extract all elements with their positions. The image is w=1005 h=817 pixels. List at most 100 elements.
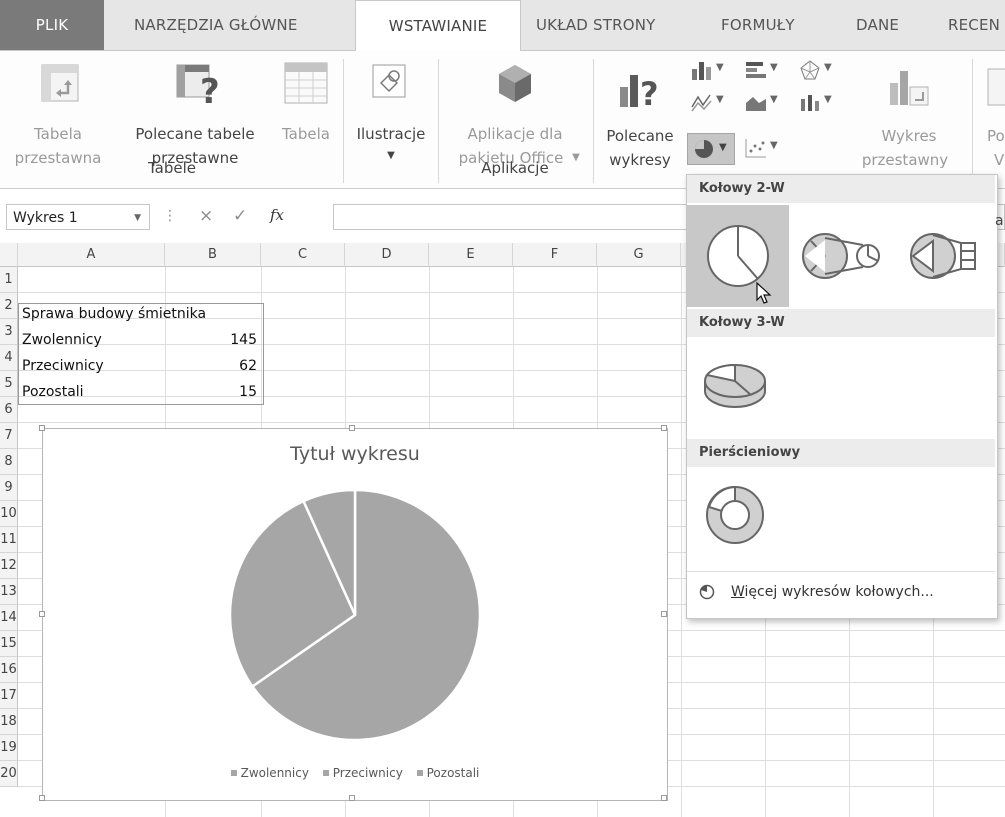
- insert-function-icon[interactable]: fx: [270, 206, 284, 224]
- resize-handle[interactable]: [349, 425, 355, 431]
- recommended-pivot-button[interactable]: ? Polecane tabele przestawne: [120, 51, 270, 167]
- row-header[interactable]: 9: [0, 475, 18, 501]
- chart-legend[interactable]: Zwolennicy Przeciwnicy Pozostali: [43, 766, 667, 780]
- row-header[interactable]: 11: [0, 527, 18, 553]
- row-header[interactable]: 5: [0, 371, 18, 397]
- col-header-f[interactable]: F: [513, 243, 597, 267]
- tab-recenzja[interactable]: RECEN: [948, 0, 1000, 50]
- recommended-charts-button[interactable]: ? Polecane wykresy: [596, 51, 684, 169]
- row-header[interactable]: 4: [0, 345, 18, 371]
- row-header[interactable]: 15: [0, 631, 18, 657]
- area-chart-dropdown[interactable]: ▼: [744, 91, 790, 115]
- resize-handle[interactable]: [39, 611, 45, 617]
- bar-chart-dropdown[interactable]: ▼: [744, 59, 790, 83]
- row-header[interactable]: 2: [0, 293, 18, 319]
- legend-swatch: [322, 769, 329, 776]
- illustrations-button[interactable]: Ilustracje ▼: [345, 51, 437, 161]
- pie-chart-dropdown[interactable]: ▼: [687, 133, 735, 165]
- pivot-chart-line1: Wykres: [881, 127, 937, 145]
- recommended-charts-line1: Polecane: [606, 127, 674, 145]
- chart-option-pie-3d[interactable]: [687, 339, 789, 435]
- pie-chart-object[interactable]: Tytuł wykresu Zwolennicy Przeciwnicy Poz…: [39, 425, 668, 801]
- radar-chart-dropdown[interactable]: ▼: [798, 59, 844, 83]
- row-header[interactable]: 3: [0, 319, 18, 345]
- row-header[interactable]: 14: [0, 605, 18, 631]
- stock-chart-icon: [801, 95, 819, 111]
- col-header-a[interactable]: A: [18, 243, 165, 267]
- cancel-icon[interactable]: ×: [199, 206, 213, 226]
- col-header-d[interactable]: D: [345, 243, 429, 267]
- tab-plik[interactable]: PLIK: [0, 0, 104, 50]
- pie-of-pie-icon: [802, 233, 880, 279]
- col-header-e[interactable]: E: [429, 243, 513, 267]
- edge-label-1: Po: [987, 127, 1005, 145]
- tab-uklad-strony[interactable]: UKŁAD STRONY: [536, 0, 656, 50]
- row-header[interactable]: 17: [0, 683, 18, 709]
- tab-dane[interactable]: DANE: [856, 0, 899, 50]
- section-pie-2d: Kołowy 2-W: [687, 175, 995, 203]
- group-label-aplikacje: Aplikacje: [481, 159, 549, 177]
- recommended-charts-icon: ?: [620, 75, 659, 109]
- name-box[interactable]: Wykres 1 ▼: [6, 204, 150, 230]
- chart-option-pie-of-pie[interactable]: [791, 205, 893, 307]
- name-box-chevron-down-icon[interactable]: ▼: [134, 205, 141, 231]
- legend-swatch: [230, 769, 237, 776]
- line-chart-dropdown[interactable]: ▼: [690, 91, 736, 115]
- select-all-corner[interactable]: [0, 243, 18, 267]
- stock-chart-dropdown[interactable]: ▼: [798, 91, 844, 115]
- column-chart-icon: [692, 62, 711, 80]
- resize-handle[interactable]: [661, 795, 667, 801]
- pivot-table-icon: [41, 64, 79, 102]
- excel-window: PLIK NARZĘDZIA GŁÓWNE WSTAWIANIE UKŁAD S…: [0, 0, 1005, 817]
- scatter-chart-icon: [745, 139, 766, 158]
- legend-item-przeciwnicy: Przeciwnicy: [322, 766, 403, 780]
- row-header[interactable]: 16: [0, 657, 18, 683]
- row-header[interactable]: 7: [0, 423, 18, 449]
- enter-icon[interactable]: ✓: [233, 206, 247, 226]
- row-header[interactable]: 8: [0, 449, 18, 475]
- row-header[interactable]: 10: [0, 501, 18, 527]
- pie-chart-plot[interactable]: [43, 429, 667, 800]
- office-apps-line1: Aplikacje dla: [467, 125, 563, 143]
- section-pie-3d: Kołowy 3-W: [687, 309, 995, 337]
- line-chart-icon: [691, 94, 712, 112]
- pivot-table-button[interactable]: Tabela przestawna: [4, 51, 118, 167]
- row-header[interactable]: 20: [0, 761, 18, 787]
- column-chart-chevron-down-icon: ▼: [716, 62, 724, 73]
- legend-label: Zwolennicy: [240, 766, 309, 780]
- pivot-label-line1: Tabela: [34, 125, 82, 143]
- area-chart-icon: [746, 97, 766, 111]
- table-button[interactable]: Tabela: [271, 51, 341, 155]
- tab-wstawianie[interactable]: WSTAWIANIE: [355, 0, 521, 52]
- row-header[interactable]: 19: [0, 735, 18, 761]
- row-header[interactable]: 13: [0, 579, 18, 605]
- row-header[interactable]: 18: [0, 709, 18, 735]
- row-header[interactable]: 6: [0, 397, 18, 423]
- more-pie-charts-link[interactable]: Więcej wykresów kołowych...: [687, 571, 995, 612]
- resize-handle[interactable]: [39, 425, 45, 431]
- resize-handle[interactable]: [349, 795, 355, 801]
- tab-formuly[interactable]: FORMUŁY: [721, 0, 795, 50]
- office-apps-button[interactable]: Aplikacje dla pakietu Office ▼: [440, 51, 590, 167]
- resize-handle[interactable]: [661, 611, 667, 617]
- illustrations-label: Ilustracje: [356, 125, 426, 143]
- row-header[interactable]: 12: [0, 553, 18, 579]
- resize-handle[interactable]: [661, 425, 667, 431]
- chart-option-bar-of-pie[interactable]: [895, 205, 995, 307]
- more-pie-charts-label: ięcej wykresów kołowych...: [744, 584, 934, 600]
- column-chart-dropdown[interactable]: ▼: [690, 59, 736, 83]
- chart-option-doughnut[interactable]: [687, 469, 789, 565]
- row-header[interactable]: 1: [0, 267, 18, 293]
- col-header-g[interactable]: G: [597, 243, 681, 267]
- scatter-chart-dropdown[interactable]: ▼: [744, 137, 790, 161]
- col-header-c[interactable]: C: [261, 243, 345, 267]
- svg-text:?: ?: [640, 75, 659, 109]
- tab-narzedzia-glowne[interactable]: NARZĘDZIA GŁÓWNE: [134, 0, 298, 50]
- illustrations-chevron-down-icon: ▼: [387, 150, 395, 161]
- resize-handle[interactable]: [39, 795, 45, 801]
- pivot-chart-button[interactable]: Wykres przestawny: [850, 51, 968, 169]
- group-separator: [972, 59, 973, 183]
- col-header-b[interactable]: B: [165, 243, 261, 267]
- pivot-chart-icon: [890, 71, 929, 106]
- ribbon-wstawianie: Tabela przestawna ? Polecane tabele prze…: [0, 51, 1005, 189]
